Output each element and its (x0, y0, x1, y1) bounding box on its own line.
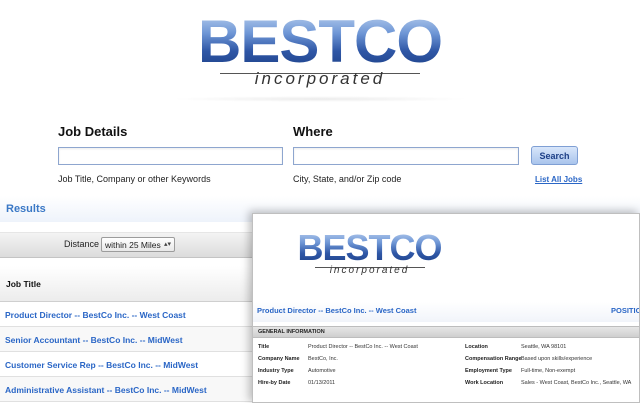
field-label-industry: Industry Type (258, 368, 294, 374)
logo-wordmark: BESTCO (0, 12, 640, 72)
field-label-title: Title (258, 344, 270, 350)
job-title-header-label: Job Title (6, 279, 41, 289)
general-information-label: GENERAL INFORMATION (258, 329, 325, 335)
table-row: Customer Service Rep -- BestCo Inc. -- M… (0, 352, 256, 377)
job-details-heading: Job Details (58, 124, 128, 139)
table-row: Administrative Assistant -- BestCo Inc. … (0, 377, 256, 402)
job-link[interactable]: Customer Service Rep -- BestCo Inc. -- M… (5, 360, 198, 370)
search-button[interactable]: Search (531, 146, 578, 165)
results-title: Results (6, 203, 46, 215)
field-value-compensation: Based upon skills/experience (521, 356, 593, 362)
distance-filter-bar: Distance : within 25 Miles ▴▾ (0, 232, 256, 258)
job-details-input[interactable] (58, 147, 283, 165)
field-label-hire-by: Hire-by Date (258, 380, 291, 386)
job-details-hint: Job Title, Company or other Keywords (58, 174, 211, 184)
detail-job-title: Product Director -- BestCo Inc. -- West … (257, 306, 417, 315)
results-panel: Distance : within 25 Miles ▴▾ Job Title … (0, 222, 256, 403)
field-label-compensation: Compensation Range (465, 356, 522, 362)
where-hint: City, State, and/or Zip code (293, 174, 402, 184)
detail-bestco-logo: BESTCO incorporated (297, 230, 442, 276)
field-label-company: Company Name (258, 356, 300, 362)
table-row: Product Director -- BestCo Inc. -- West … (0, 302, 256, 327)
field-value-hire-by: 01/13/2011 (308, 380, 336, 386)
job-list: Product Director -- BestCo Inc. -- West … (0, 302, 256, 402)
chevron-up-down-icon: ▴▾ (163, 241, 171, 248)
job-title-column-header[interactable]: Job Title (0, 266, 256, 302)
job-link[interactable]: Administrative Assistant -- BestCo Inc. … (5, 385, 207, 395)
table-row: Senior Accountant -- BestCo Inc. -- MidW… (0, 327, 256, 352)
field-value-title: Product Director -- BestCo Inc. -- West … (308, 344, 418, 350)
distance-select[interactable]: within 25 Miles ▴▾ (101, 237, 175, 252)
field-value-company: BestCo, Inc. (308, 356, 338, 362)
job-detail-window: BESTCO incorporated Product Director -- … (252, 213, 640, 403)
field-value-employment-type: Full-time, Non-exempt (521, 368, 576, 374)
logo-shadow (170, 96, 470, 102)
field-value-work-location: Sales - West Coast, BestCo Inc., Seattle… (521, 380, 632, 386)
job-link[interactable]: Senior Accountant -- BestCo Inc. -- MidW… (5, 335, 183, 345)
field-value-location: Seattle, WA 98101 (521, 344, 567, 350)
job-link[interactable]: Product Director -- BestCo Inc. -- West … (5, 310, 186, 320)
distance-selected-value: within 25 Miles (105, 240, 161, 250)
field-label-work-location: Work Location (465, 380, 504, 386)
detail-position-label: POSITIO (611, 306, 640, 315)
list-all-jobs-link[interactable]: List All Jobs (535, 175, 582, 184)
field-value-industry: Automotive (308, 368, 336, 374)
where-input[interactable] (293, 147, 519, 165)
where-heading: Where (293, 124, 333, 139)
logo-subtitle: incorporated (254, 69, 386, 88)
detail-logo-wordmark: BESTCO (297, 227, 442, 268)
bestco-logo: BESTCO incorporated (0, 12, 640, 88)
field-label-employment-type: Employment Type (465, 368, 512, 374)
general-information-header: GENERAL INFORMATION (253, 326, 639, 338)
distance-label: Distance : (64, 239, 105, 249)
field-label-location: Location (465, 344, 488, 350)
